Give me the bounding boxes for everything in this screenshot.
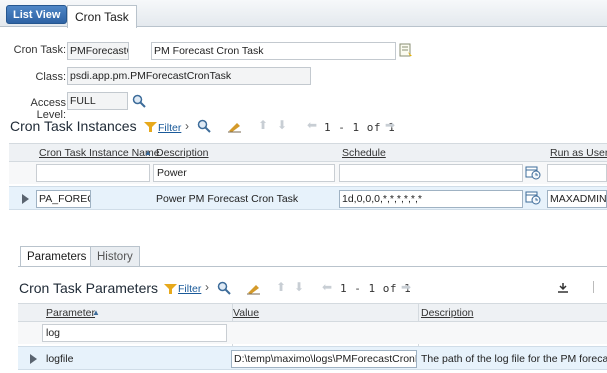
row-run-as-user[interactable]: MAXADMIN bbox=[547, 190, 607, 208]
cron-task-field[interactable]: PMForecastCr bbox=[67, 42, 129, 60]
download-icon[interactable] bbox=[557, 283, 569, 293]
arrow-down-icon: ⬇ bbox=[294, 280, 305, 294]
filter-description[interactable]: Power bbox=[153, 164, 335, 182]
col-run-as-user[interactable]: Run as User bbox=[550, 147, 607, 159]
cron-task-label: Cron Task: bbox=[13, 44, 66, 56]
parameters-header-row: Parameter ▲ Value Description bbox=[18, 303, 607, 322]
arrow-down-icon: ⬇ bbox=[277, 118, 288, 132]
next-page-icon: ➡ bbox=[385, 118, 396, 132]
access-level-field[interactable]: FULL bbox=[67, 92, 128, 110]
find-icon[interactable] bbox=[197, 119, 211, 133]
top-bar: List View Cron Task bbox=[0, 0, 607, 28]
row-value[interactable]: D:\temp\maximo\logs\PMForecastCronPw.log bbox=[231, 350, 417, 368]
filter-instance-name[interactable] bbox=[36, 164, 150, 182]
row-instance-name[interactable]: PA_FOREC bbox=[36, 190, 91, 208]
row-schedule[interactable]: 1d,0,0,0,*,*,*,*,*,* bbox=[339, 190, 523, 208]
parameters-table-row[interactable]: logfile D:\temp\maximo\logs\PMForecastCr… bbox=[18, 346, 607, 370]
parameters-filter-link[interactable]: Filter bbox=[178, 283, 201, 295]
expand-row-icon[interactable] bbox=[30, 354, 37, 364]
schedule-icon[interactable] bbox=[525, 190, 541, 205]
expand-row-icon[interactable] bbox=[22, 194, 29, 204]
tab-parameters[interactable]: Parameters bbox=[20, 246, 94, 267]
arrow-up-icon: ⬆ bbox=[276, 280, 287, 294]
cron-task-description-field[interactable]: PM Forecast Cron Task bbox=[151, 42, 396, 60]
col-value[interactable]: Value bbox=[233, 307, 259, 319]
search-icon[interactable] bbox=[132, 94, 146, 108]
col-schedule[interactable]: Schedule bbox=[342, 147, 386, 159]
clear-filter-icon[interactable] bbox=[246, 281, 261, 295]
col-description[interactable]: Description bbox=[156, 147, 209, 159]
clear-filter-icon[interactable] bbox=[227, 119, 242, 133]
filter-icon[interactable] bbox=[164, 284, 177, 294]
schedule-icon[interactable] bbox=[525, 165, 541, 180]
list-view-button[interactable]: List View bbox=[6, 5, 68, 24]
tab-history[interactable]: History bbox=[90, 246, 140, 267]
arrow-up-icon: ⬆ bbox=[258, 118, 269, 132]
long-description-icon[interactable] bbox=[399, 43, 413, 57]
filter-icon[interactable] bbox=[144, 122, 157, 132]
filter-schedule[interactable] bbox=[339, 164, 523, 182]
next-page-icon: ➡ bbox=[401, 280, 412, 294]
toolbar-divider bbox=[593, 281, 603, 293]
row-description: Power PM Forecast Cron Task bbox=[156, 193, 299, 205]
subtab-divider bbox=[18, 266, 607, 267]
filter-parameter[interactable]: log bbox=[42, 324, 227, 342]
class-field: psdi.app.pm.PMForecastCronTask bbox=[67, 67, 311, 85]
instances-table-row[interactable]: PA_FOREC Power PM Forecast Cron Task 1d,… bbox=[9, 186, 607, 210]
col-param-description[interactable]: Description bbox=[421, 307, 474, 319]
instances-title: Cron Task Instances bbox=[10, 118, 137, 134]
chevron-right-icon: › bbox=[205, 280, 209, 294]
find-icon[interactable] bbox=[217, 281, 231, 295]
row-parameter: logfile bbox=[46, 353, 74, 365]
tab-cron-task[interactable]: Cron Task bbox=[67, 5, 137, 28]
filter-run-as-user[interactable] bbox=[547, 164, 607, 182]
parameters-filter-row: log bbox=[18, 322, 607, 344]
sort-ascending-icon[interactable]: ▲ bbox=[144, 148, 152, 157]
instances-header-row: Cron Task Instance Name ▲ Description Sc… bbox=[9, 143, 607, 162]
previous-page-icon: ⬅ bbox=[322, 280, 333, 294]
instances-filter-row: Power bbox=[9, 162, 607, 184]
sort-ascending-icon[interactable]: ▲ bbox=[92, 308, 100, 317]
chevron-right-icon: › bbox=[185, 119, 189, 133]
instances-filter-link[interactable]: Filter bbox=[158, 122, 181, 134]
previous-page-icon: ⬅ bbox=[307, 118, 318, 132]
parameters-title: Cron Task Parameters bbox=[19, 280, 159, 296]
row-param-description: The path of the log file for the PM fore… bbox=[421, 353, 607, 365]
col-instance-name[interactable]: Cron Task Instance Name bbox=[39, 147, 160, 159]
class-label: Class: bbox=[35, 71, 66, 83]
col-parameter[interactable]: Parameter bbox=[46, 307, 95, 319]
